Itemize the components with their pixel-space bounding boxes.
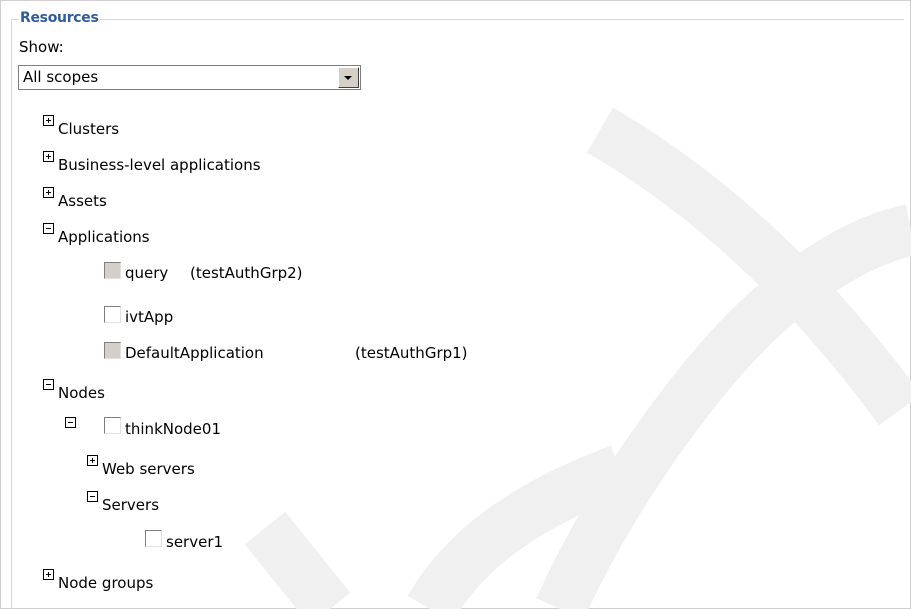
chevron-down-icon[interactable] [338, 67, 359, 88]
scope-select[interactable]: All scopes [18, 65, 361, 90]
tree-item-applications[interactable]: Applications [58, 228, 150, 246]
expand-web-servers-icon[interactable] [87, 455, 98, 466]
section-title: Resources [19, 10, 100, 26]
tree-item-node-groups[interactable]: Node groups [58, 574, 153, 592]
tree-item-query: query [125, 264, 169, 282]
tree-item-ivtapp[interactable]: ivtApp [125, 308, 173, 326]
scope-select-value: All scopes [23, 68, 99, 86]
checkbox-thinknode01[interactable] [104, 417, 121, 434]
tree-item-nodes[interactable]: Nodes [58, 384, 105, 402]
tree-item-defaultapplication-group: (testAuthGrp1) [355, 344, 468, 362]
collapse-applications-icon[interactable] [43, 223, 54, 234]
checkbox-query [104, 262, 121, 279]
tree-item-servers[interactable]: Servers [102, 496, 159, 514]
expand-clusters-icon[interactable] [43, 115, 54, 126]
checkbox-defaultapplication [104, 342, 121, 359]
expand-business-apps-icon[interactable] [43, 151, 54, 162]
tree-item-defaultapplication: DefaultApplication [125, 344, 264, 362]
checkbox-ivtapp[interactable] [104, 306, 121, 323]
expand-node-groups-icon[interactable] [43, 569, 54, 580]
collapse-servers-icon[interactable] [87, 491, 98, 502]
tree-item-thinknode01[interactable]: thinkNode01 [125, 420, 221, 438]
checkbox-server1[interactable] [145, 530, 162, 547]
collapse-nodes-icon[interactable] [43, 379, 54, 390]
expand-assets-icon[interactable] [43, 187, 54, 198]
tree-item-assets[interactable]: Assets [58, 192, 107, 210]
tree-item-business-level-applications[interactable]: Business-level applications [58, 156, 261, 174]
show-label: Show: [19, 38, 64, 56]
tree-item-clusters[interactable]: Clusters [58, 120, 119, 138]
tree-item-query-group: (testAuthGrp2) [190, 264, 303, 282]
tree-item-server1[interactable]: server1 [166, 533, 223, 551]
tree-item-web-servers[interactable]: Web servers [102, 460, 195, 478]
collapse-thinknode01-icon[interactable] [65, 417, 76, 428]
